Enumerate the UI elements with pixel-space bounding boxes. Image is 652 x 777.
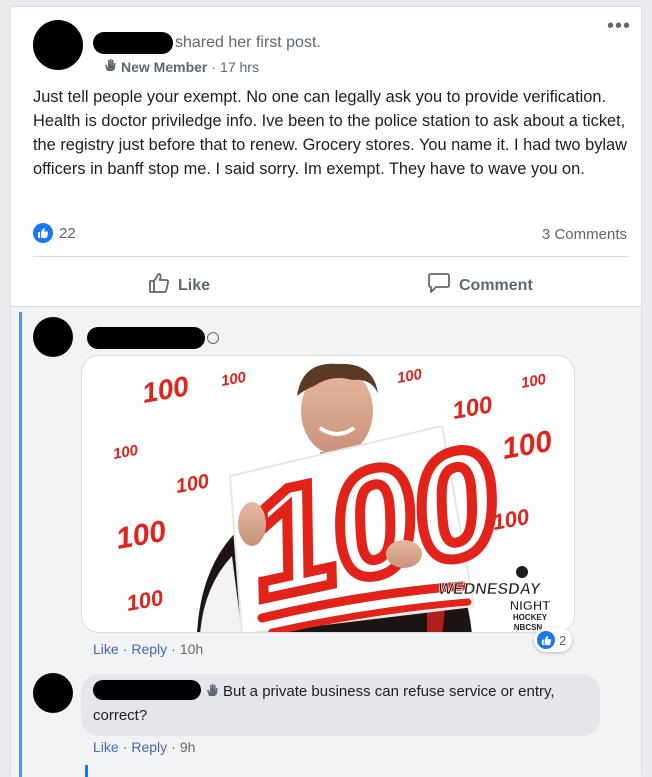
comment1-reaction-count: 2 [559, 632, 567, 648]
like-button[interactable]: Like [148, 272, 210, 299]
commenter-name-redacted[interactable] [87, 327, 205, 349]
header-suffix: shared her first post. [175, 34, 321, 51]
post-time[interactable]: 17 hrs [220, 59, 259, 75]
svg-text:NIGHT: NIGHT [510, 598, 551, 613]
wave-icon [103, 58, 117, 75]
wave-icon [205, 683, 223, 700]
comments-count-link[interactable]: 3 Comments [542, 226, 627, 243]
comment2-time[interactable]: 9h [180, 739, 196, 755]
emoji-100: 100 [112, 442, 140, 463]
reply-thread-indicator [85, 765, 88, 777]
big-100-sign: 100 [228, 409, 518, 632]
reaction-summary[interactable]: 22 [33, 223, 76, 243]
like-reaction-icon [33, 223, 53, 243]
emoji-100: 100 [499, 425, 554, 466]
comment1-reactions[interactable]: 2 [534, 628, 573, 652]
comment1-time[interactable]: 10h [180, 641, 203, 657]
gif-image: 100 100 100 100 100 100 100 100 100 100 … [112, 363, 555, 632]
emoji-100: 100 [220, 369, 248, 390]
emoji-100: 100 [396, 366, 424, 387]
commenter2-avatar[interactable] [33, 673, 73, 713]
post-meta: New Member · 17 hrs [103, 58, 259, 75]
author-name-redacted[interactable] [93, 32, 173, 54]
action-divider-top [33, 256, 629, 257]
thumbs-up-icon [148, 272, 170, 299]
comment-label: Comment [459, 276, 533, 294]
comment1-like-link[interactable]: Like [93, 641, 119, 657]
comment2-bubble: But a private business can refuse servic… [81, 674, 600, 736]
post-card: shared her first post. New Member · 17 h… [10, 6, 642, 777]
svg-text:WEDNESDAY: WEDNESDAY [437, 580, 542, 598]
gif-attachment[interactable]: 100 100 100 100 100 100 100 100 100 100 … [81, 355, 575, 633]
reaction-count[interactable]: 22 [59, 225, 76, 242]
comment-button[interactable]: Comment [427, 272, 533, 299]
emoji-100: 100 [174, 470, 211, 497]
commenter2-name-redacted[interactable] [93, 680, 201, 700]
emoji-100: 100 [113, 515, 168, 556]
emoji-100: 100 [520, 371, 548, 392]
shield-icon [207, 332, 219, 344]
comment-bubble-icon [427, 272, 451, 299]
new-member-badge[interactable]: New Member [121, 59, 207, 75]
like-label: Like [178, 276, 211, 294]
comment2-actions: Like · Reply · 9h [93, 739, 196, 755]
comment2-like-link[interactable]: Like [93, 739, 119, 755]
commenter-avatar[interactable] [33, 317, 73, 357]
comment2-reply-link[interactable]: Reply [131, 739, 167, 755]
emoji-100: 100 [140, 370, 192, 409]
author-avatar[interactable] [33, 20, 83, 70]
meta-separator: · [211, 58, 217, 75]
post-text: Just tell people your exempt. No one can… [33, 88, 628, 178]
like-reaction-icon [537, 631, 555, 649]
thread-indicator [19, 312, 22, 777]
more-options-button[interactable]: ••• [607, 16, 631, 36]
emoji-100: 100 [125, 585, 166, 616]
post-header: shared her first post. [93, 32, 321, 54]
comment1-actions: Like · Reply · 10h [93, 641, 204, 657]
svg-text:HOCKEY: HOCKEY [513, 613, 548, 622]
comment1-reply-link[interactable]: Reply [131, 641, 167, 657]
